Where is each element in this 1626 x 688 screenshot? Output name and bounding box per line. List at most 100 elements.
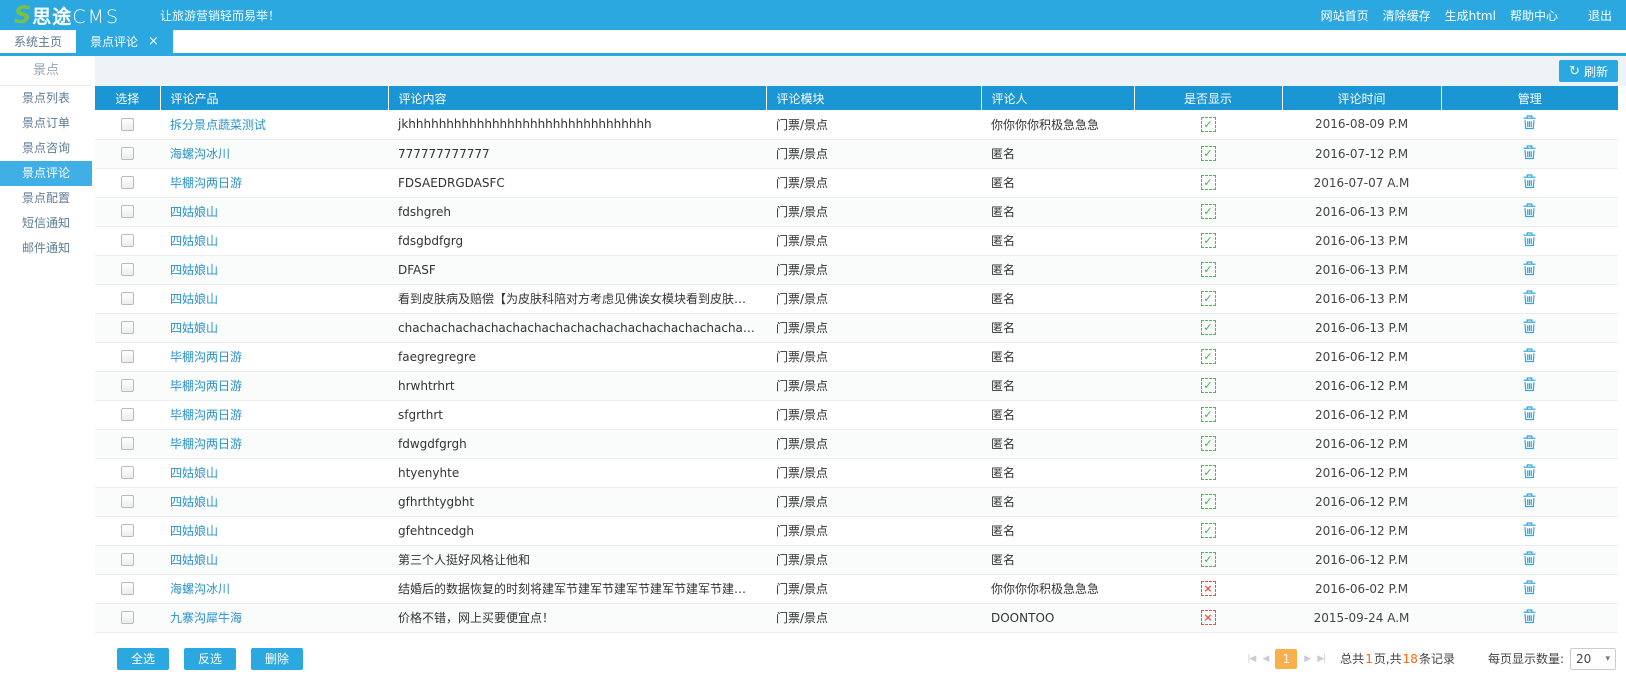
next-page-icon[interactable]: ▶	[1304, 654, 1310, 664]
row-checkbox[interactable]	[121, 176, 134, 189]
current-page-badge[interactable]: 1	[1275, 649, 1297, 669]
hidden-cross-icon[interactable]: ×	[1201, 581, 1216, 596]
row-checkbox[interactable]	[121, 379, 134, 392]
visible-check-icon[interactable]: ✓	[1201, 494, 1216, 509]
visible-check-icon[interactable]: ✓	[1201, 233, 1216, 248]
row-checkbox[interactable]	[121, 466, 134, 479]
visible-check-icon[interactable]: ✓	[1201, 349, 1216, 364]
row-checkbox[interactable]	[121, 350, 134, 363]
row-delete-button[interactable]	[1523, 261, 1536, 279]
product-link[interactable]: 毕棚沟两日游	[170, 176, 242, 190]
row-delete-button[interactable]	[1523, 145, 1536, 163]
invert-selection-button[interactable]: 反选	[184, 648, 236, 670]
row-checkbox[interactable]	[121, 205, 134, 218]
row-checkbox[interactable]	[121, 582, 134, 595]
row-checkbox[interactable]	[121, 408, 134, 421]
row-delete-button[interactable]	[1523, 203, 1536, 221]
product-link[interactable]: 九寨沟犀牛海	[170, 611, 242, 625]
visible-check-icon[interactable]: ✓	[1201, 262, 1216, 277]
row-delete-button[interactable]	[1523, 348, 1536, 366]
refresh-button[interactable]: ↻ 刷新	[1559, 60, 1618, 82]
sidebar-item-email-notify[interactable]: 邮件通知	[0, 236, 92, 261]
product-link[interactable]: 四姑娘山	[170, 524, 218, 538]
top-link-help-center[interactable]: 帮助中心	[1510, 7, 1558, 24]
top-link-site-home[interactable]: 网站首页	[1321, 7, 1369, 24]
product-link[interactable]: 拆分景点蔬菜测试	[170, 118, 266, 132]
row-delete-button[interactable]	[1523, 522, 1536, 540]
row-checkbox[interactable]	[121, 495, 134, 508]
sidebar-item-scenic-comments[interactable]: 景点评论	[0, 161, 92, 186]
visible-check-icon[interactable]: ✓	[1201, 523, 1216, 538]
visible-check-icon[interactable]: ✓	[1201, 146, 1216, 161]
product-cell: 毕棚沟两日游	[160, 342, 388, 371]
product-link[interactable]: 四姑娘山	[170, 292, 218, 306]
row-delete-button[interactable]	[1523, 406, 1536, 424]
row-checkbox[interactable]	[121, 292, 134, 305]
row-delete-button[interactable]	[1523, 232, 1536, 250]
visible-check-icon[interactable]: ✓	[1201, 320, 1216, 335]
row-checkbox[interactable]	[121, 553, 134, 566]
row-delete-button[interactable]	[1523, 493, 1536, 511]
row-checkbox[interactable]	[121, 118, 134, 131]
row-checkbox[interactable]	[121, 437, 134, 450]
top-link-clear-cache[interactable]: 清除缓存	[1383, 7, 1431, 24]
product-link[interactable]: 四姑娘山	[170, 263, 218, 277]
product-link[interactable]: 四姑娘山	[170, 553, 218, 567]
visible-check-icon[interactable]: ✓	[1201, 175, 1216, 190]
visible-check-icon[interactable]: ✓	[1201, 117, 1216, 132]
visible-check-icon[interactable]: ✓	[1201, 552, 1216, 567]
row-delete-button[interactable]	[1523, 115, 1536, 133]
sidebar-item-scenic-orders[interactable]: 景点订单	[0, 111, 92, 136]
row-checkbox[interactable]	[121, 263, 134, 276]
last-page-icon[interactable]: ▶|	[1317, 654, 1325, 664]
product-link[interactable]: 毕棚沟两日游	[170, 350, 242, 364]
visible-check-icon[interactable]: ✓	[1201, 378, 1216, 393]
row-delete-button[interactable]	[1523, 174, 1536, 192]
product-link[interactable]: 四姑娘山	[170, 205, 218, 219]
product-link[interactable]: 毕棚沟两日游	[170, 379, 242, 393]
product-link[interactable]: 四姑娘山	[170, 321, 218, 335]
product-link[interactable]: 毕棚沟两日游	[170, 408, 242, 422]
product-link[interactable]: 海螺沟冰川	[170, 147, 230, 161]
row-delete-button[interactable]	[1523, 580, 1536, 598]
select-all-button[interactable]: 全选	[117, 648, 169, 670]
close-icon[interactable]: ×	[148, 34, 159, 49]
row-delete-button[interactable]	[1523, 319, 1536, 337]
tab-scenic-comments[interactable]: 景点评论 ×	[76, 30, 173, 53]
visible-check-icon[interactable]: ✓	[1201, 465, 1216, 480]
product-link[interactable]: 四姑娘山	[170, 466, 218, 480]
sidebar-item-scenic-config[interactable]: 景点配置	[0, 186, 92, 211]
visible-check-icon[interactable]: ✓	[1201, 291, 1216, 306]
sidebar-item-scenic-list[interactable]: 景点列表	[0, 86, 92, 111]
sidebar-item-sms-notify[interactable]: 短信通知	[0, 211, 92, 236]
product-link[interactable]: 四姑娘山	[170, 495, 218, 509]
row-delete-button[interactable]	[1523, 435, 1536, 453]
row-checkbox[interactable]	[121, 321, 134, 334]
row-checkbox[interactable]	[121, 611, 134, 624]
row-checkbox[interactable]	[121, 524, 134, 537]
row-checkbox[interactable]	[121, 147, 134, 160]
product-link[interactable]: 四姑娘山	[170, 234, 218, 248]
top-link-logout[interactable]: 退出	[1588, 7, 1612, 24]
visible-check-icon[interactable]: ✓	[1201, 407, 1216, 422]
table-row: 四姑娘山gfehtncedgh门票/景点匿名✓2016-06-12 P.M	[95, 516, 1618, 545]
row-delete-button[interactable]	[1523, 377, 1536, 395]
tab-system-home[interactable]: 系统主页	[0, 30, 76, 53]
prev-page-icon[interactable]: ◀	[1262, 654, 1268, 664]
product-link[interactable]: 海螺沟冰川	[170, 582, 230, 596]
row-checkbox[interactable]	[121, 234, 134, 247]
hidden-cross-icon[interactable]: ×	[1201, 610, 1216, 625]
row-delete-button[interactable]	[1523, 290, 1536, 308]
first-page-icon[interactable]: |◀	[1247, 654, 1255, 664]
sidebar-item-scenic-inquiries[interactable]: 景点咨询	[0, 136, 92, 161]
trash-icon	[1523, 261, 1536, 276]
visible-check-icon[interactable]: ✓	[1201, 204, 1216, 219]
page-size-select[interactable]: 20 ▾	[1570, 648, 1616, 670]
row-delete-button[interactable]	[1523, 609, 1536, 627]
visible-check-icon[interactable]: ✓	[1201, 436, 1216, 451]
row-delete-button[interactable]	[1523, 464, 1536, 482]
row-delete-button[interactable]	[1523, 551, 1536, 569]
top-link-generate-html[interactable]: 生成html	[1445, 7, 1496, 24]
delete-button[interactable]: 删除	[251, 648, 303, 670]
product-link[interactable]: 毕棚沟两日游	[170, 437, 242, 451]
